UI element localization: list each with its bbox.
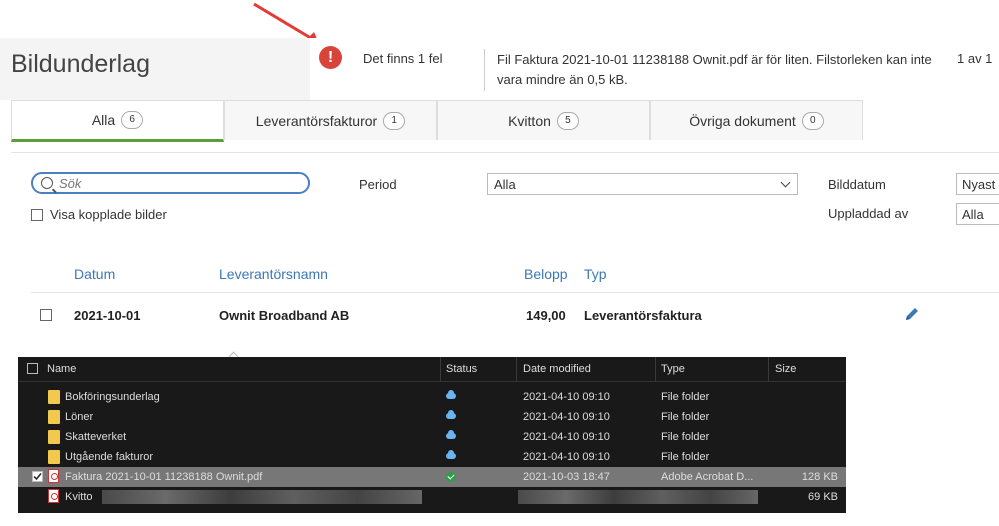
- file-date: 2021-10-03 18:47: [523, 471, 610, 483]
- pdf-file-icon: [48, 469, 59, 483]
- file-date: 2021-04-10 09:10: [523, 451, 610, 463]
- file-type: File folder: [661, 431, 710, 443]
- file-date: 2021-04-10 09:10: [523, 431, 610, 443]
- file-type: File folder: [661, 391, 710, 403]
- show-linked-checkbox[interactable]: [31, 209, 43, 221]
- file-date: 2021-04-10 09:10: [523, 411, 610, 423]
- error-message: Fil Faktura 2021-10-01 11238188 Ownit.pd…: [497, 52, 932, 87]
- uploaded-by-label: Uppladdad av: [828, 206, 909, 221]
- file-type: Adobe Acrobat D...: [661, 471, 754, 483]
- file-type: File folder: [661, 411, 710, 423]
- file-name: Skatteverket: [65, 431, 127, 443]
- file-date: 2021-04-10 09:10: [523, 391, 610, 403]
- page-title: Bildunderlag: [11, 50, 150, 78]
- uploaded-by-value: Alla: [962, 207, 984, 222]
- tab-label: Alla: [91, 112, 116, 128]
- file-name: Utgående fakturor: [65, 451, 154, 463]
- row-checkbox[interactable]: [40, 309, 52, 321]
- table-divider: [31, 292, 999, 293]
- tab-label: Leverantörsfakturor: [255, 112, 378, 129]
- explorer-column-type[interactable]: Type: [661, 363, 685, 375]
- tab-leverantorsfakturor[interactable]: Leverantörsfakturor 1: [224, 100, 437, 140]
- column-header-supplier[interactable]: Leverantörsnamn: [219, 266, 328, 282]
- tab-ovriga-dokument[interactable]: Övriga dokument 0: [650, 100, 863, 140]
- tab-label: Övriga dokument: [689, 112, 796, 129]
- file-size: 69 KB: [808, 491, 838, 503]
- file-name: Faktura 2021-10-01 11238188 Ownit.pdf: [65, 471, 263, 483]
- period-label: Period: [359, 177, 397, 192]
- file-row[interactable]: Skatteverket 2021-04-10 09:10 File folde…: [18, 427, 846, 447]
- explorer-column-size[interactable]: Size: [775, 363, 796, 375]
- explorer-column-status[interactable]: Status: [446, 363, 477, 375]
- column-separator[interactable]: [516, 357, 517, 381]
- folder-icon: [48, 450, 60, 464]
- sort-caret-icon: [228, 351, 239, 362]
- top-strip: [0, 0, 999, 38]
- error-icon: !: [319, 46, 342, 69]
- row-supplier: Ownit Broadband AB: [219, 308, 350, 323]
- pdf-file-icon: [48, 489, 59, 503]
- search-box[interactable]: [31, 172, 310, 194]
- file-explorer: Name Status Date modified Type Size Bokf…: [18, 351, 846, 513]
- cloud-status-icon: [446, 390, 456, 399]
- file-name: Bokföringsunderlag: [65, 391, 160, 403]
- edit-pencil-icon[interactable]: [904, 306, 920, 322]
- period-value: Alla: [494, 177, 516, 192]
- file-type: File folder: [661, 451, 710, 463]
- column-separator[interactable]: [440, 357, 441, 381]
- row-type: Leverantörsfaktura: [584, 308, 702, 323]
- file-name: Kvitto: [65, 491, 93, 503]
- select-all-checkbox[interactable]: [27, 363, 38, 374]
- explorer-column-name[interactable]: Name: [47, 363, 76, 375]
- search-input[interactable]: [57, 174, 291, 192]
- column-header-type[interactable]: Typ: [584, 266, 607, 282]
- synced-check-icon: [446, 472, 456, 482]
- cloud-status-icon: [446, 450, 456, 459]
- file-row[interactable]: Utgående fakturor 2021-04-10 09:10 File …: [18, 447, 846, 467]
- column-separator[interactable]: [655, 357, 656, 381]
- explorer-header: Name Status Date modified Type Size: [18, 351, 846, 382]
- explorer-column-date[interactable]: Date modified: [523, 363, 591, 375]
- row-amount: 149,00: [526, 308, 566, 323]
- file-size: 128 KB: [801, 471, 838, 483]
- tab-count-badge: 6: [121, 111, 144, 129]
- cloud-status-icon: [446, 410, 456, 419]
- tab-count-badge: 0: [801, 111, 824, 130]
- file-row[interactable]: Bokföringsunderlag 2021-04-10 09:10 File…: [18, 387, 846, 407]
- file-checkbox-checked[interactable]: [32, 471, 43, 482]
- folder-icon: [48, 430, 60, 444]
- column-header-amount[interactable]: Belopp: [524, 266, 568, 282]
- file-row[interactable]: Löner 2021-04-10 09:10 File folder: [18, 407, 846, 427]
- error-count: Det finns 1 fel: [363, 51, 443, 66]
- row-date: 2021-10-01: [74, 308, 141, 323]
- chevron-down-icon: [780, 177, 791, 188]
- tab-kvitton[interactable]: Kvitton 5: [437, 100, 650, 140]
- search-icon: [41, 177, 53, 189]
- tab-label: Kvitton: [508, 112, 551, 129]
- tab-count-badge: 1: [383, 111, 406, 130]
- image-date-select[interactable]: Nyast f: [956, 173, 999, 195]
- redacted-block: [518, 490, 758, 504]
- file-name: Löner: [65, 411, 94, 423]
- tab-bar: Alla 6 Leverantörsfakturor 1 Kvitton 5 Ö…: [11, 100, 863, 142]
- cloud-status-icon: [446, 430, 456, 439]
- file-row-selected[interactable]: Faktura 2021-10-01 11238188 Ownit.pdf 20…: [18, 467, 846, 487]
- folder-icon: [48, 410, 60, 424]
- column-header-date[interactable]: Datum: [74, 266, 115, 282]
- column-separator[interactable]: [768, 357, 769, 381]
- show-linked-label: Visa kopplade bilder: [50, 207, 167, 222]
- redacted-block: [102, 490, 422, 504]
- folder-icon: [48, 390, 60, 404]
- file-row[interactable]: Kvitto 69 KB: [18, 487, 846, 507]
- error-pagination: 1 av 1: [957, 51, 993, 66]
- tab-alla[interactable]: Alla 6: [11, 100, 224, 142]
- error-divider: [484, 49, 485, 91]
- image-date-label: Bilddatum: [828, 177, 886, 192]
- period-select[interactable]: Alla: [487, 173, 798, 195]
- tab-count-badge: 5: [556, 111, 579, 130]
- image-date-value: Nyast f: [962, 177, 999, 192]
- uploaded-by-select[interactable]: Alla: [956, 203, 999, 225]
